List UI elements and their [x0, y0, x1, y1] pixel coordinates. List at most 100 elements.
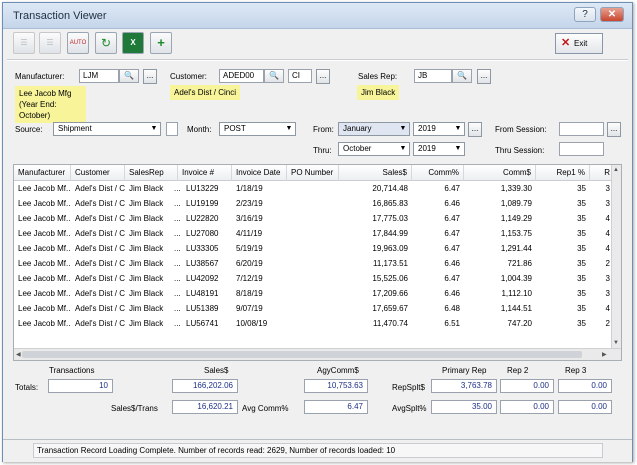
column-header-salesrep[interactable]: SalesRep: [125, 165, 178, 181]
cell-sales: 17,659.67: [372, 304, 408, 313]
customer-lookup-icon[interactable]: 🔍: [264, 69, 284, 83]
cell-manufacturer: Lee Jacob Mf...: [18, 319, 71, 328]
cell-salesrep: Jim Black: [129, 259, 164, 268]
chevron-down-icon: ▼: [454, 145, 462, 152]
thru-year-select[interactable]: 2019 ▼: [413, 142, 465, 156]
from-month-select[interactable]: January ▼: [338, 122, 410, 136]
column-header-invoice[interactable]: Invoice #: [178, 165, 232, 181]
horizontal-scrollbar[interactable]: ◀ ▶: [14, 348, 621, 360]
transaction-viewer-window: Transaction Viewer ? ✕ ☰ ☰ AUTO ↻ X + ✕ …: [2, 2, 633, 462]
table-row[interactable]: Lee Jacob Mf... Adel's Dist / C... Jim Bla…: [14, 227, 614, 242]
source-checkbox[interactable]: [166, 122, 178, 136]
sales-rep-lookup-icon[interactable]: 🔍: [452, 69, 472, 83]
from-year-select[interactable]: 2019 ▼: [413, 122, 465, 136]
table-row[interactable]: Lee Jacob Mf... Adel's Dist / C... Jim Bla…: [14, 287, 614, 302]
cell-invoice-ellipsis: ...: [174, 304, 181, 313]
auto-refresh-icon[interactable]: AUTO: [67, 32, 89, 54]
from-session-field[interactable]: [559, 122, 604, 136]
cell-sales: 20,714.48: [372, 184, 408, 193]
column-header-manufacturer[interactable]: Manufacturer: [14, 165, 71, 181]
column-header-po-number[interactable]: PO Number: [287, 165, 339, 181]
manufacturer-lookup-icon[interactable]: 🔍: [119, 69, 139, 83]
rep3-header: Rep 3: [565, 366, 587, 375]
cell-invoice-date: 1/18/19: [236, 184, 263, 193]
thru-month-select[interactable]: October ▼: [338, 142, 410, 156]
customer-note: Adel's Dist / Cinci: [170, 85, 240, 100]
cell-po-number: [287, 227, 339, 242]
last-record-icon[interactable]: ☰: [39, 32, 61, 54]
table-row[interactable]: Lee Jacob Mf... Adel's Dist / C... Jim Bla…: [14, 272, 614, 287]
table-row[interactable]: Lee Jacob Mf... Adel's Dist / C... Jim Bla…: [14, 242, 614, 257]
cell-po-number: [287, 242, 339, 257]
avgsplit-label: AvgSplt%: [392, 404, 427, 413]
cell-invoice: LU48191: [186, 289, 219, 298]
cell-manufacturer: Lee Jacob Mf...: [18, 304, 71, 313]
source-select[interactable]: Shipment ▼: [53, 122, 161, 136]
primary-rep-split: 3,763.78: [431, 379, 497, 393]
cell-sales: 15,525.06: [372, 274, 408, 283]
horizontal-scroll-thumb[interactable]: [22, 351, 582, 358]
table-row[interactable]: Lee Jacob Mf... Adel's Dist / C... Jim Bla…: [14, 317, 614, 332]
scroll-left-icon[interactable]: ◀: [16, 351, 21, 358]
cell-comm: 1,149.29: [500, 214, 532, 223]
cell-invoice-date: 2/23/19: [236, 199, 263, 208]
repsplit-label: RepSplt$: [392, 383, 425, 392]
customer-code-field[interactable]: ADED00: [219, 69, 264, 83]
customer-more-button[interactable]: ...: [316, 69, 330, 84]
cell-comm: 1,144.51: [500, 304, 532, 313]
table-row[interactable]: Lee Jacob Mf... Adel's Dist / C... Jim Bla…: [14, 182, 614, 197]
cell-rep1-pct: 35: [577, 274, 586, 283]
table-row[interactable]: Lee Jacob Mf... Adel's Dist / C... Jim Bla…: [14, 257, 614, 272]
cell-salesrep: Jim Black: [129, 319, 164, 328]
column-header-customer[interactable]: Customer: [71, 165, 125, 181]
cell-customer: Adel's Dist / C...: [75, 244, 125, 253]
cell-sales: 17,844.99: [372, 229, 408, 238]
column-header-rep1-pct[interactable]: Rep1 %: [536, 165, 590, 181]
sales-rep-more-button[interactable]: ...: [477, 69, 491, 84]
column-header-sales[interactable]: Sales$: [339, 165, 412, 181]
toolbar-divider: [7, 59, 628, 61]
scroll-up-icon[interactable]: ▲: [613, 167, 619, 173]
cell-customer: Adel's Dist / C...: [75, 319, 125, 328]
sales-per-trans-value: 16,620.21: [172, 400, 238, 414]
first-record-icon[interactable]: ☰: [13, 32, 35, 54]
manufacturer-more-button[interactable]: ...: [143, 69, 157, 84]
scroll-right-icon[interactable]: ▶: [602, 351, 607, 358]
cell-invoice-date: 5/19/19: [236, 244, 263, 253]
cell-salesrep: Jim Black: [129, 214, 164, 223]
exit-button[interactable]: ✕ Exit: [555, 33, 603, 54]
excel-export-icon[interactable]: X: [122, 32, 144, 54]
customer-suffix-field[interactable]: CI: [288, 69, 312, 83]
manufacturer-year-end: (Year End: October): [19, 100, 57, 120]
chevron-down-icon: ▼: [399, 125, 407, 132]
manufacturer-code-field[interactable]: LJM: [79, 69, 119, 83]
cell-comm: 1,004.39: [500, 274, 532, 283]
add-record-icon[interactable]: +: [150, 32, 172, 54]
sales-total: 166,202.06: [172, 379, 238, 393]
column-header-invoice-date[interactable]: Invoice Date: [232, 165, 287, 181]
table-row[interactable]: Lee Jacob Mf... Adel's Dist / C... Jim Bla…: [14, 197, 614, 212]
column-header-comm-pct[interactable]: Comm%: [412, 165, 464, 181]
column-header-comm[interactable]: Comm$: [464, 165, 536, 181]
vertical-scrollbar[interactable]: ▲ ▼: [611, 165, 621, 348]
refresh-icon[interactable]: ↻: [95, 32, 117, 54]
chevron-down-icon: ▼: [454, 125, 462, 132]
table-row[interactable]: Lee Jacob Mf... Adel's Dist / C... Jim Bla…: [14, 302, 614, 317]
table-row[interactable]: Lee Jacob Mf... Adel's Dist / C... Jim Bla…: [14, 212, 614, 227]
cell-comm: 721.86: [507, 259, 532, 268]
from-session-more-button[interactable]: ...: [607, 122, 621, 137]
cell-invoice-date: 8/18/19: [236, 289, 263, 298]
cell-salesrep: Jim Black: [129, 274, 164, 283]
from-date-picker-button[interactable]: ...: [468, 122, 482, 137]
close-window-button[interactable]: ✕: [600, 7, 624, 22]
cell-invoice-date: 6/20/19: [236, 259, 263, 268]
cell-sales: 19,963.09: [372, 244, 408, 253]
cell-invoice-ellipsis: ...: [174, 319, 181, 328]
cell-manufacturer: Lee Jacob Mf...: [18, 199, 71, 208]
month-select[interactable]: POST ▼: [219, 122, 296, 136]
thru-session-field[interactable]: [559, 142, 604, 156]
scroll-down-icon[interactable]: ▼: [613, 340, 619, 346]
cell-invoice: LU56741: [186, 319, 219, 328]
sales-rep-code-field[interactable]: JB: [414, 69, 452, 83]
help-button[interactable]: ?: [574, 7, 596, 22]
